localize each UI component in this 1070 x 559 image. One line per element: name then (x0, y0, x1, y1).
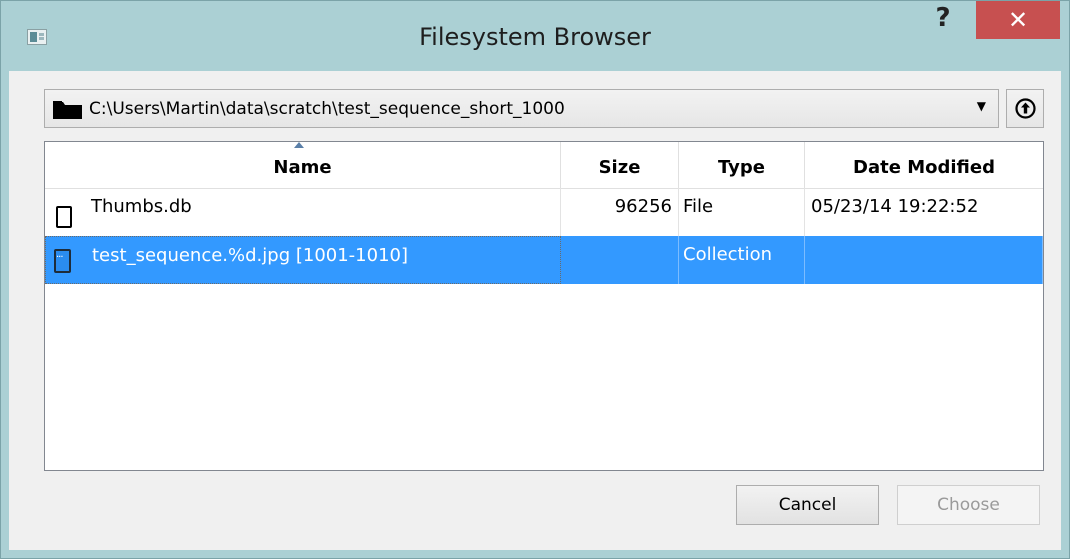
column-header-name[interactable]: Name (45, 142, 561, 188)
parent-directory-button[interactable] (1006, 89, 1044, 128)
up-arrow-circle-icon (1015, 98, 1036, 119)
row-type: File (679, 188, 805, 236)
path-dropdown[interactable]: C:\Users\Martin\data\scratch\test_sequen… (44, 89, 999, 128)
collection-icon (54, 249, 71, 273)
table-row[interactable]: Thumbs.db 96256 File 05/23/14 19:22:52 (45, 188, 1043, 236)
row-size: 96256 (561, 188, 679, 236)
row-size (561, 236, 679, 284)
column-header-type[interactable]: Type (679, 142, 805, 188)
filesystem-browser-window: Filesystem Browser ? ✕ C:\Users\Martin\d… (0, 0, 1070, 559)
table-row-selected[interactable]: test_sequence.%d.jpg [1001-1010] Collect… (45, 236, 1043, 284)
window-title: Filesystem Browser (419, 23, 651, 51)
title-bar: Filesystem Browser ? ✕ (1, 1, 1069, 71)
dialog-body: C:\Users\Martin\data\scratch\test_sequen… (9, 71, 1061, 550)
chevron-down-icon[interactable]: ▼ (977, 99, 986, 113)
column-header-size[interactable]: Size (561, 142, 679, 188)
list-header: Name Size Type Date Modified (45, 142, 1043, 189)
row-date (805, 236, 1043, 284)
row-date: 05/23/14 19:22:52 (811, 196, 979, 217)
path-text: C:\Users\Martin\data\scratch\test_sequen… (89, 99, 565, 119)
column-header-date-modified[interactable]: Date Modified (805, 142, 1043, 188)
row-name: Thumbs.db (45, 188, 561, 236)
sort-ascending-icon (294, 142, 304, 148)
cancel-button[interactable]: Cancel (736, 485, 879, 525)
choose-button[interactable]: Choose (897, 485, 1040, 525)
row-type: Collection (679, 236, 805, 284)
file-list[interactable]: Name Size Type Date Modified Thumbs.db 9… (44, 141, 1044, 471)
row-name: test_sequence.%d.jpg [1001-1010] (45, 236, 561, 284)
folder-icon (53, 101, 82, 119)
help-button[interactable]: ? (921, 1, 965, 37)
close-button[interactable]: ✕ (976, 1, 1060, 39)
